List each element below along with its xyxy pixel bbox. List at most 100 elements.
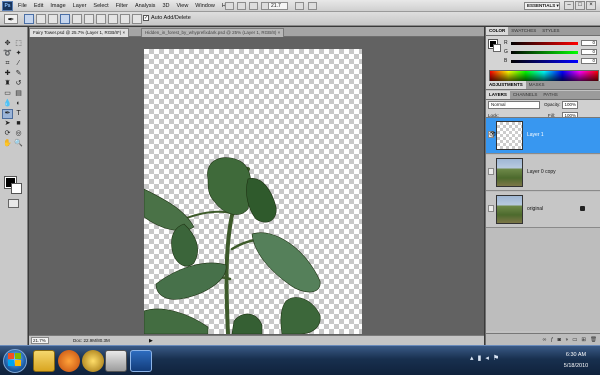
blue-channel-value[interactable]: 0 bbox=[581, 58, 597, 64]
launch-bridge-button[interactable] bbox=[225, 2, 234, 10]
line-tool-button[interactable] bbox=[132, 14, 142, 24]
pen-tool-icon[interactable]: ✒ bbox=[2, 109, 13, 119]
document-canvas[interactable] bbox=[144, 49, 362, 334]
taskbar-clock[interactable]: 6:30 AM 5/18/2010 bbox=[556, 350, 596, 372]
screen-mode-button[interactable] bbox=[308, 2, 317, 10]
clone-stamp-icon[interactable]: ♜ bbox=[2, 79, 13, 89]
layer-row-original[interactable]: original bbox=[486, 192, 600, 228]
red-channel-slider[interactable] bbox=[511, 42, 578, 45]
background-color-swatch[interactable] bbox=[11, 183, 22, 194]
tab-masks[interactable]: MASKS bbox=[526, 81, 548, 89]
tab-layers[interactable]: LAYERS bbox=[486, 91, 510, 99]
network-icon[interactable]: ▮ bbox=[478, 354, 482, 362]
color-panel-bg-swatch[interactable] bbox=[493, 44, 501, 52]
hand-tool-icon[interactable]: ✋ bbox=[2, 139, 13, 149]
tab-channels[interactable]: CHANNELS bbox=[510, 91, 541, 99]
healing-brush-icon[interactable]: ✚ bbox=[2, 69, 13, 79]
green-channel-slider[interactable] bbox=[511, 51, 578, 54]
flag-icon[interactable]: ⚑ bbox=[493, 354, 499, 362]
pen-tool-preset-icon[interactable]: ✒ bbox=[4, 14, 18, 24]
menu-image[interactable]: Image bbox=[50, 0, 65, 12]
red-channel-value[interactable]: 0 bbox=[581, 40, 597, 46]
view-extras-button[interactable] bbox=[249, 2, 258, 10]
layer-row-layer-0-copy[interactable]: Layer 0 copy bbox=[486, 155, 600, 191]
explorer-icon[interactable] bbox=[33, 350, 55, 372]
magic-wand-tool-icon[interactable]: ✦ bbox=[13, 49, 24, 59]
pen-tool-button[interactable] bbox=[60, 14, 70, 24]
tab-paths[interactable]: PATHS bbox=[540, 91, 560, 99]
rectangle-tool-button[interactable] bbox=[84, 14, 94, 24]
photoshop-taskbar-icon[interactable] bbox=[130, 350, 152, 372]
firefox-icon[interactable] bbox=[58, 350, 80, 372]
dodge-tool-icon[interactable]: ◐ bbox=[13, 99, 24, 109]
gradient-tool-icon[interactable]: ▤ bbox=[13, 89, 24, 99]
opacity-field[interactable]: 100% bbox=[562, 101, 578, 109]
tab-adjustments[interactable]: ADJUSTMENTS bbox=[486, 81, 526, 89]
ellipse-tool-button[interactable] bbox=[108, 14, 118, 24]
blur-tool-icon[interactable]: 💧 bbox=[2, 99, 13, 109]
document-tab-hidden-in-forest[interactable]: Hidden_in_forest_by_whyprefixdark.psd @ … bbox=[141, 28, 285, 37]
folder-icon[interactable]: ▭ bbox=[572, 337, 577, 343]
shape-tool-icon[interactable]: ■ bbox=[13, 119, 24, 129]
new-layer-icon[interactable]: ⊞ bbox=[581, 337, 586, 343]
document-tab-fairy-tower[interactable]: Fairy Tower.psd @ 25.7% (Layer 1, RGB/8*… bbox=[29, 28, 130, 37]
tab-styles[interactable]: STYLES bbox=[539, 27, 562, 35]
quick-mask-button[interactable] bbox=[8, 199, 19, 208]
eraser-tool-icon[interactable]: ▭ bbox=[2, 89, 13, 99]
tray-chevron-icon[interactable]: ▴ bbox=[470, 354, 474, 362]
workspace-switcher[interactable]: ESSENTIALS ▾ bbox=[524, 2, 560, 10]
brush-tool-icon[interactable]: ✎ bbox=[13, 69, 24, 79]
mask-icon[interactable]: ◙ bbox=[558, 337, 561, 343]
minimize-button[interactable]: – bbox=[564, 1, 574, 10]
3d-orbit-icon[interactable]: ◎ bbox=[13, 129, 24, 139]
menu-filter[interactable]: Filter bbox=[116, 0, 128, 12]
layer-row-layer-1[interactable]: 👁 Layer 1 bbox=[486, 118, 600, 154]
path-selection-icon[interactable]: ➤ bbox=[2, 119, 13, 129]
rounded-rectangle-button[interactable] bbox=[96, 14, 106, 24]
trash-icon[interactable]: 🗑 bbox=[590, 337, 597, 343]
crop-tool-icon[interactable]: ⌗ bbox=[2, 59, 13, 69]
history-brush-icon[interactable]: ↺ bbox=[13, 79, 24, 89]
eye-icon[interactable]: 👁 bbox=[488, 131, 497, 138]
menu-view[interactable]: View bbox=[176, 0, 188, 12]
status-menu-arrow-icon[interactable]: ▶ bbox=[149, 337, 153, 345]
adjustment-icon[interactable]: ◑ bbox=[565, 337, 568, 343]
fill-pixels-button[interactable] bbox=[48, 14, 58, 24]
freeform-pen-button[interactable] bbox=[72, 14, 82, 24]
folder-taskbar-icon[interactable] bbox=[105, 350, 127, 372]
type-tool-icon[interactable]: T bbox=[13, 109, 24, 119]
menu-file[interactable]: File bbox=[18, 0, 27, 12]
blue-channel-slider[interactable] bbox=[511, 60, 578, 63]
lasso-tool-icon[interactable]: ➰ bbox=[2, 49, 13, 59]
visibility-toggle[interactable] bbox=[488, 168, 494, 175]
marquee-tool-icon[interactable]: ⬚ bbox=[13, 39, 24, 49]
volume-icon[interactable]: ◂ bbox=[485, 354, 489, 362]
close-button[interactable]: × bbox=[586, 1, 596, 10]
eyedropper-tool-icon[interactable]: ⁄ bbox=[13, 59, 24, 69]
3d-rotate-icon[interactable]: ⟳ bbox=[2, 129, 13, 139]
visibility-toggle[interactable] bbox=[488, 205, 494, 212]
menu-select[interactable]: Select bbox=[93, 0, 108, 12]
menu-edit[interactable]: Edit bbox=[34, 0, 43, 12]
fx-icon[interactable]: ƒ bbox=[550, 337, 553, 343]
status-zoom-field[interactable]: 21.7% bbox=[31, 337, 49, 344]
tab-color[interactable]: COLOR bbox=[486, 27, 509, 35]
wow-icon[interactable] bbox=[82, 350, 104, 372]
zoom-tool-icon[interactable]: 🔍 bbox=[13, 139, 24, 149]
launch-minibridge-button[interactable] bbox=[237, 2, 246, 10]
link-icon[interactable]: ∞ bbox=[543, 337, 547, 343]
paths-button[interactable] bbox=[36, 14, 46, 24]
shape-layers-button[interactable] bbox=[24, 14, 34, 24]
menu-analysis[interactable]: Analysis bbox=[135, 0, 155, 12]
arrange-documents-button[interactable] bbox=[295, 2, 304, 10]
polygon-tool-button[interactable] bbox=[120, 14, 130, 24]
menu-3d[interactable]: 3D bbox=[162, 0, 169, 12]
auto-add-delete-option[interactable]: ✓ Auto Add/Delete bbox=[143, 15, 191, 21]
menu-layer[interactable]: Layer bbox=[73, 0, 87, 12]
green-channel-value[interactable]: 0 bbox=[581, 49, 597, 55]
blend-mode-dropdown[interactable]: Normal bbox=[488, 101, 540, 109]
move-tool-icon[interactable]: ✥ bbox=[2, 39, 13, 49]
auto-add-delete-checkbox[interactable]: ✓ bbox=[143, 15, 149, 21]
tab-swatches[interactable]: SWATCHES bbox=[508, 27, 539, 35]
zoom-level-dropdown[interactable]: 21.7 bbox=[268, 2, 288, 10]
